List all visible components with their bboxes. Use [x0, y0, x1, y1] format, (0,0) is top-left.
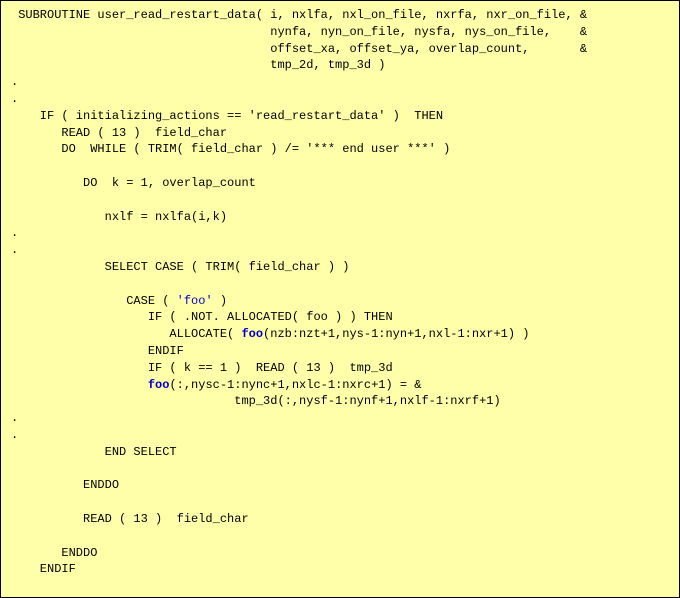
- fortran-source: SUBROUTINE user_read_restart_data( i, nx…: [11, 7, 669, 598]
- code-text: [11, 378, 148, 392]
- line: .: [11, 243, 18, 257]
- code-text: (:,nysc-1:nync+1,nxlc-1:nxrc+1) = &: [169, 378, 421, 392]
- line: DO WHILE ( TRIM( field_char ) /= '*** en…: [11, 142, 450, 156]
- line: .: [11, 411, 18, 425]
- code-box: SUBROUTINE user_read_restart_data( i, nx…: [0, 0, 680, 598]
- identifier-foo: foo: [241, 327, 263, 341]
- line: .: [11, 428, 18, 442]
- line: nynfa, nyn_on_file, nysfa, nys_on_file, …: [11, 25, 587, 39]
- line: IF ( k == 1 ) READ ( 13 ) tmp_3d: [11, 361, 393, 375]
- line: tmp_2d, tmp_3d ): [11, 58, 385, 72]
- line: IF ( .NOT. ALLOCATED( foo ) ) THEN: [11, 310, 393, 324]
- identifier-foo: foo: [148, 378, 170, 392]
- line: SELECT CASE ( TRIM( field_char ) ): [11, 260, 349, 274]
- line: IF ( initializing_actions == 'read_resta…: [11, 109, 443, 123]
- line: CASE ( 'foo' ): [11, 294, 227, 308]
- line: END SELECT: [11, 445, 177, 459]
- code-text: CASE (: [11, 294, 177, 308]
- code-text: ): [213, 294, 227, 308]
- line: nxlf = nxlfa(i,k): [11, 210, 227, 224]
- line: ENDIF: [11, 562, 76, 576]
- line: offset_xa, offset_ya, overlap_count, &: [11, 42, 587, 56]
- line: SUBROUTINE user_read_restart_data( i, nx…: [11, 8, 587, 22]
- line: READ ( 13 ) field_char: [11, 512, 249, 526]
- line: ENDDO: [11, 478, 119, 492]
- string-literal-foo: 'foo': [177, 294, 213, 308]
- line: ALLOCATE( foo(nzb:nzt+1,nys-1:nyn+1,nxl-…: [11, 327, 530, 341]
- line: ENDIF: [11, 344, 184, 358]
- line: .: [11, 226, 18, 240]
- line: ENDDO: [11, 546, 97, 560]
- line: tmp_3d(:,nysf-1:nynf+1,nxlf-1:nxrf+1): [11, 394, 501, 408]
- line: READ ( 13 ) field_char: [11, 126, 227, 140]
- line: .: [11, 92, 18, 106]
- line: .: [11, 75, 18, 89]
- line: DO k = 1, overlap_count: [11, 176, 256, 190]
- code-text: ALLOCATE(: [11, 327, 241, 341]
- line: foo(:,nysc-1:nync+1,nxlc-1:nxrc+1) = &: [11, 378, 421, 392]
- code-text: (nzb:nzt+1,nys-1:nyn+1,nxl-1:nxr+1) ): [263, 327, 529, 341]
